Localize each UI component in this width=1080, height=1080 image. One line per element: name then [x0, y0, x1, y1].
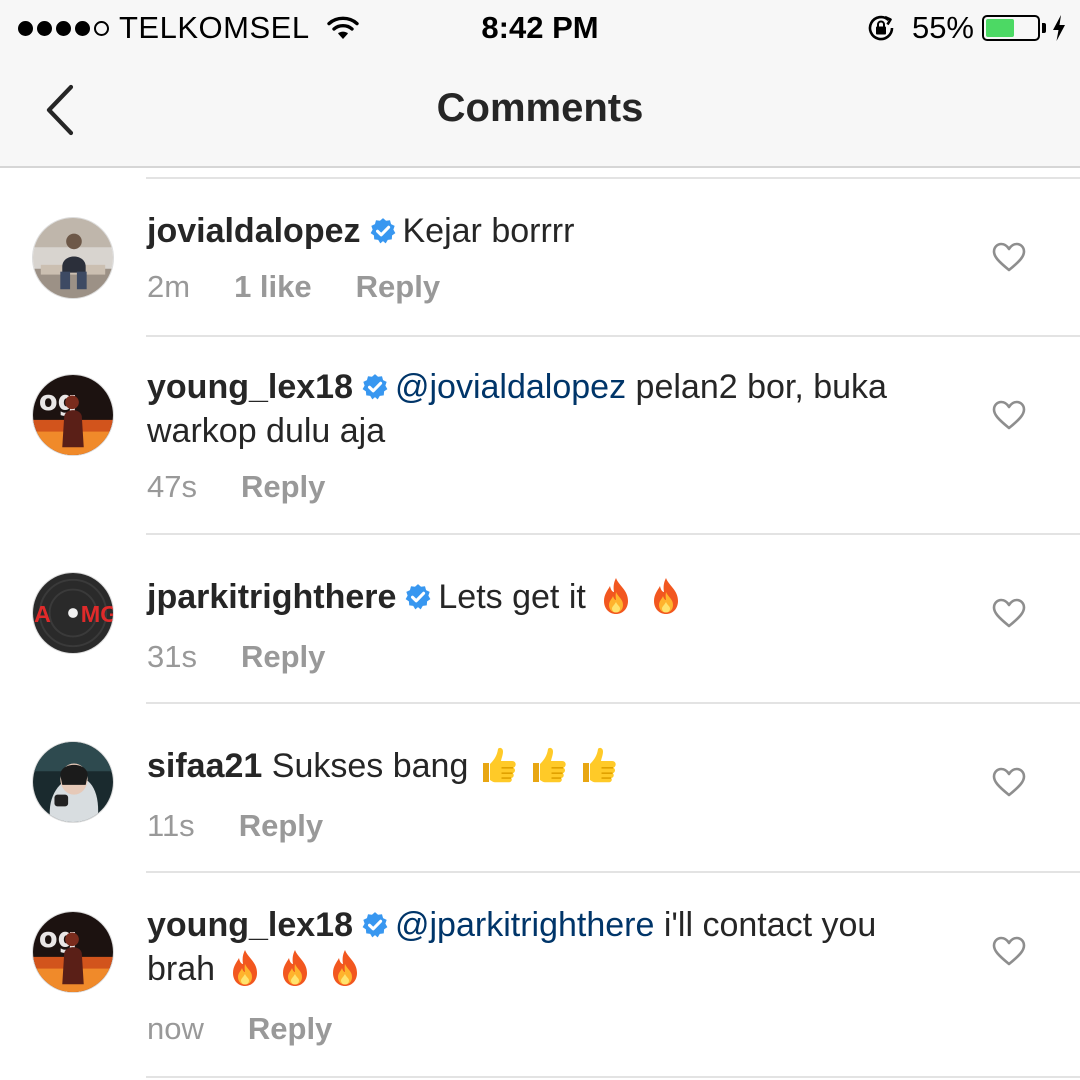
username-link[interactable]: young_lex18	[147, 906, 353, 944]
comment-meta: 31s Reply	[147, 639, 325, 675]
thumbs-up-emoji-icon	[528, 745, 568, 785]
divider	[146, 533, 1080, 535]
navigation-bar: Comments	[0, 56, 1080, 168]
battery-percentage: 55%	[911, 10, 974, 45]
avatar-logo-letter-a: A	[34, 601, 51, 627]
divider	[146, 702, 1080, 704]
avatar-logo-letters-mg: MG	[81, 601, 113, 627]
comment-message: Sukses bang	[271, 747, 469, 785]
comment-meta: now Reply	[147, 1011, 332, 1047]
comment-text: jparkitrighthere Lets get it	[147, 575, 947, 619]
reply-button[interactable]: Reply	[356, 269, 440, 305]
reply-button[interactable]: Reply	[241, 639, 325, 675]
fire-emoji-icon	[596, 576, 636, 616]
avatar[interactable]	[32, 741, 114, 823]
comment-time: 11s	[147, 808, 195, 843]
avatar[interactable]	[32, 217, 114, 299]
avatar-image: A MG	[33, 573, 113, 653]
thumbs-up-emoji-icon	[478, 745, 518, 785]
verified-badge-icon	[361, 373, 389, 401]
comment-meta: 2m 1 like Reply	[147, 269, 440, 305]
charging-bolt-icon	[1053, 15, 1065, 41]
mention-link[interactable]: @jparkitrighthere	[395, 906, 654, 944]
verified-badge-icon	[404, 583, 432, 611]
comment-text: jovialdalopez Kejar borrrr	[147, 209, 947, 253]
heart-icon[interactable]	[992, 400, 1026, 430]
battery-icon	[982, 15, 1040, 41]
fire-emoji-icon	[646, 576, 686, 616]
verified-badge-icon	[369, 217, 397, 245]
comment-message: Kejar borrrr	[402, 212, 575, 250]
heart-icon[interactable]	[992, 598, 1026, 628]
comment-time: now	[147, 1011, 204, 1046]
heart-icon[interactable]	[992, 936, 1026, 966]
heart-icon[interactable]	[992, 242, 1026, 272]
comment-message: Lets get it	[438, 578, 586, 616]
avatar[interactable]: A MG	[32, 572, 114, 654]
likes-count-link[interactable]: 1 like	[234, 269, 312, 305]
comment-meta: 47s Reply	[147, 469, 325, 505]
page-title: Comments	[436, 86, 644, 130]
comment-time: 2m	[147, 269, 191, 304]
username-link[interactable]: sifaa21	[147, 747, 262, 785]
fire-emoji-icon	[225, 948, 265, 988]
divider	[146, 177, 1080, 179]
comment-text: sifaa21 Sukses bang	[147, 744, 947, 788]
battery-tip	[1042, 23, 1046, 33]
battery-level-fill	[986, 19, 1014, 37]
divider	[146, 335, 1080, 337]
comment-text: young_lex18 @jovialdalopez pelan2 bor, bu…	[147, 365, 947, 453]
avatar[interactable]: og	[32, 911, 114, 993]
comment-time: 31s	[147, 639, 197, 674]
avatar-image: og	[33, 912, 113, 992]
thumbs-up-emoji-icon	[578, 745, 618, 785]
mention-link[interactable]: @jovialdalopez	[395, 368, 626, 406]
fire-emoji-icon	[275, 948, 315, 988]
avatar-image	[33, 742, 113, 822]
rotation-lock-icon	[868, 15, 894, 41]
avatar-image	[33, 218, 113, 298]
divider	[146, 1076, 1080, 1078]
verified-badge-icon	[361, 911, 389, 939]
divider	[146, 871, 1080, 873]
reply-button[interactable]: Reply	[239, 808, 323, 844]
avatar-image: og	[33, 375, 113, 455]
status-bar: TELKOMSEL 8:42 PM 55%	[0, 0, 1080, 56]
username-link[interactable]: jovialdalopez	[147, 212, 361, 250]
reply-button[interactable]: Reply	[248, 1011, 332, 1047]
username-link[interactable]: jparkitrighthere	[147, 578, 396, 616]
comment-meta: 11s Reply	[147, 808, 323, 844]
username-link[interactable]: young_lex18	[147, 368, 353, 406]
fire-emoji-icon	[325, 948, 365, 988]
avatar[interactable]: og	[32, 374, 114, 456]
comment-text: young_lex18 @jparkitrighthere i'll contac…	[147, 903, 947, 991]
heart-icon[interactable]	[992, 767, 1026, 797]
comment-time: 47s	[147, 469, 197, 504]
reply-button[interactable]: Reply	[241, 469, 325, 505]
